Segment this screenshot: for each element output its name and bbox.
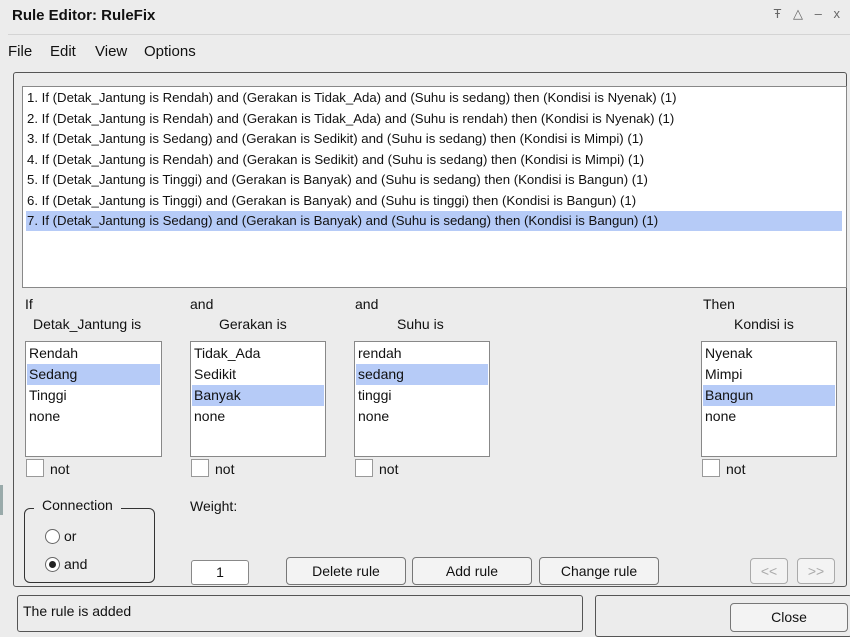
list-option[interactable]: none: [192, 406, 324, 427]
list-option[interactable]: tinggi: [356, 385, 488, 406]
rule-row[interactable]: 7. If (Detak_Jantung is Sedang) and (Ger…: [26, 211, 842, 231]
close-button[interactable]: Close: [730, 603, 848, 632]
window-title: Rule Editor: RuleFix: [12, 7, 156, 24]
change-rule-button[interactable]: Change rule: [539, 557, 659, 585]
gerakan-listbox[interactable]: Tidak_Ada Sedikit Banyak none: [190, 341, 326, 457]
window-edge-marker: [0, 485, 3, 515]
not-checkbox-detak-jantung[interactable]: [26, 459, 44, 477]
weight-label: Weight:: [190, 498, 238, 514]
connection-title: Connection: [34, 497, 121, 513]
list-option[interactable]: none: [356, 406, 488, 427]
suhu-listbox[interactable]: rendah sedang tinggi none: [354, 341, 490, 457]
suhu-label: Suhu is: [397, 316, 444, 332]
list-option[interactable]: none: [703, 406, 835, 427]
previous-rule-button[interactable]: <<: [750, 558, 788, 584]
not-checkbox-gerakan[interactable]: [191, 459, 209, 477]
list-option[interactable]: rendah: [356, 343, 488, 364]
rule-row[interactable]: 5. If (Detak_Jantung is Tinggi) and (Ger…: [26, 170, 842, 190]
rule-row[interactable]: 4. If (Detak_Jantung is Rendah) and (Ger…: [26, 150, 842, 170]
next-rule-button[interactable]: >>: [797, 558, 835, 584]
radio-and[interactable]: [45, 557, 60, 572]
rule-row[interactable]: 3. If (Detak_Jantung is Sedang) and (Ger…: [26, 129, 842, 149]
list-option[interactable]: sedang: [356, 364, 488, 385]
rule-row[interactable]: 6. If (Detak_Jantung is Tinggi) and (Ger…: [26, 191, 842, 211]
not-checkbox-suhu[interactable]: [355, 459, 373, 477]
gerakan-label: Gerakan is: [219, 316, 287, 332]
menu-options[interactable]: Options: [144, 43, 196, 60]
menu-bar: File Edit View Options: [8, 38, 850, 64]
radio-and-label: and: [64, 556, 88, 572]
kondisi-listbox[interactable]: Nyenak Mimpi Bangun none: [701, 341, 837, 457]
radio-or-label: or: [64, 528, 77, 544]
list-option[interactable]: Sedang: [27, 364, 160, 385]
list-option[interactable]: Nyenak: [703, 343, 835, 364]
rule-row[interactable]: 2. If (Detak_Jantung is Rendah) and (Ger…: [26, 109, 842, 129]
connection-group: [24, 508, 155, 583]
rules-list[interactable]: 1. If (Detak_Jantung is Rendah) and (Ger…: [22, 86, 847, 288]
list-option[interactable]: Sedikit: [192, 364, 324, 385]
detak-jantung-listbox[interactable]: Rendah Sedang Tinggi none: [25, 341, 162, 457]
delete-rule-button[interactable]: Delete rule: [286, 557, 406, 585]
menu-edit[interactable]: Edit: [50, 43, 76, 60]
and-label-2: and: [355, 296, 379, 312]
list-option[interactable]: Tinggi: [27, 385, 160, 406]
menu-file[interactable]: File: [8, 43, 32, 60]
not-label-gerakan: not: [215, 461, 235, 477]
then-label: Then: [703, 296, 735, 312]
not-label-suhu: not: [379, 461, 399, 477]
list-option[interactable]: Rendah: [27, 343, 160, 364]
radio-or[interactable]: [45, 529, 60, 544]
list-option[interactable]: Mimpi: [703, 364, 835, 385]
rule-row[interactable]: 1. If (Detak_Jantung is Rendah) and (Ger…: [26, 88, 842, 108]
radio-selected-dot: [49, 561, 56, 568]
kondisi-label: Kondisi is: [734, 316, 794, 332]
detak-jantung-label: Detak_Jantung is: [33, 316, 142, 332]
window-controls[interactable]: Ŧ △ – x: [773, 6, 844, 22]
add-rule-button[interactable]: Add rule: [412, 557, 532, 585]
not-label-kondisi: not: [726, 461, 746, 477]
list-option[interactable]: Tidak_Ada: [192, 343, 324, 364]
if-label: If: [25, 296, 33, 312]
list-option[interactable]: Bangun: [703, 385, 835, 406]
menu-view[interactable]: View: [95, 43, 127, 60]
status-text: The rule is added: [23, 603, 132, 619]
not-checkbox-kondisi[interactable]: [702, 459, 720, 477]
not-label-detak-jantung: not: [50, 461, 70, 477]
and-label-1: and: [190, 296, 214, 312]
list-option[interactable]: Banyak: [192, 385, 324, 406]
list-option[interactable]: none: [27, 406, 160, 427]
weight-input[interactable]: 1: [191, 560, 249, 585]
